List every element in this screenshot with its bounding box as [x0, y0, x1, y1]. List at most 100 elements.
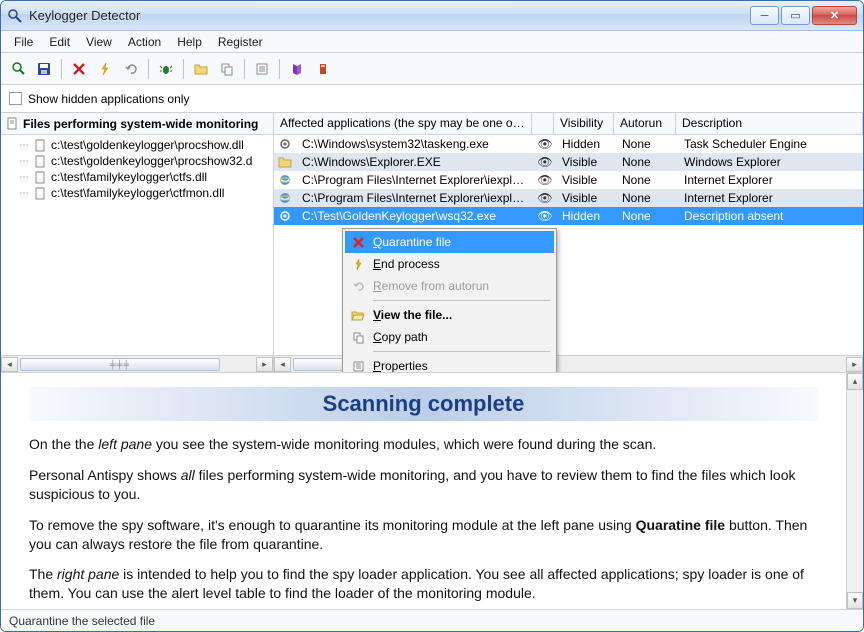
cell-autorun: None — [616, 191, 678, 205]
info-paragraph: The right pane is intended to help you t… — [29, 565, 818, 603]
menu-action[interactable]: Action — [121, 33, 168, 51]
bolt-icon[interactable] — [94, 58, 116, 80]
scroll-down-icon[interactable]: ▾ — [847, 592, 863, 609]
ie-icon — [278, 173, 292, 187]
app-window: Keylogger Detector ─ ▭ ✕ File Edit View … — [0, 0, 864, 632]
cell-path: C:\Program Files\Internet Explorer\iexpl… — [296, 191, 534, 205]
close-button[interactable]: ✕ — [812, 6, 857, 25]
folder-icon[interactable] — [190, 58, 212, 80]
ie-icon — [278, 191, 292, 205]
menu-edit[interactable]: Edit — [42, 33, 77, 51]
info-content: Scanning complete On the the left pane y… — [1, 373, 846, 609]
col-description[interactable]: Description — [676, 113, 863, 134]
table-row[interactable]: C:\Windows\system32\taskeng.exe👁HiddenNo… — [274, 135, 863, 153]
menu-item-label: Quarantine file — [373, 235, 451, 249]
app-icon — [7, 8, 23, 24]
show-hidden-label[interactable]: Show hidden applications only — [28, 92, 189, 106]
scroll-right-icon[interactable]: ▸ — [846, 357, 863, 372]
scan-icon[interactable] — [7, 58, 29, 80]
gear-icon — [278, 209, 292, 223]
info-vertical-scrollbar[interactable]: ▴ ▾ — [846, 373, 863, 609]
tree-body[interactable]: ⋯c:\test\goldenkeylogger\procshow.dll ⋯c… — [1, 135, 273, 355]
tree-item[interactable]: ⋯c:\test\familykeylogger\ctfs.dll — [1, 169, 273, 185]
menu-item-label: View the file... — [373, 308, 452, 322]
cell-path: C:\Windows\Explorer.EXE — [296, 155, 534, 169]
cell-path: C:\Program Files\Internet Explorer\iexpl… — [296, 173, 534, 187]
cell-path: C:\Windows\system32\taskeng.exe — [296, 137, 534, 151]
menu-register[interactable]: Register — [211, 33, 270, 51]
menu-item-label: End process — [373, 257, 440, 271]
show-hidden-checkbox[interactable] — [9, 92, 22, 105]
exit-icon[interactable] — [312, 58, 334, 80]
tree-item[interactable]: ⋯c:\test\goldenkeylogger\procshow.dll — [1, 137, 273, 153]
table-row[interactable]: C:\Program Files\Internet Explorer\iexpl… — [274, 171, 863, 189]
cell-autorun: None — [616, 173, 678, 187]
undo-icon[interactable] — [120, 58, 142, 80]
cell-description: Description absent — [678, 209, 863, 223]
toolbar-sep — [183, 59, 184, 79]
props-icon — [349, 357, 367, 372]
props-icon[interactable] — [251, 58, 273, 80]
table-row[interactable]: C:\Program Files\Internet Explorer\iexpl… — [274, 189, 863, 207]
menu-item-label: Remove from autorun — [373, 279, 489, 293]
cell-visibility: Visible — [556, 191, 616, 205]
table-row[interactable]: C:\Windows\Explorer.EXE👁VisibleNoneWindo… — [274, 153, 863, 171]
title-text: Keylogger Detector — [29, 8, 750, 23]
dll-icon — [33, 186, 47, 200]
table-row[interactable]: C:\Test\GoldenKeylogger\wsq32.exe👁Hidden… — [274, 207, 863, 225]
eye-icon: 👁 — [534, 173, 556, 187]
x-red-icon — [349, 233, 367, 251]
toolbar-sep — [61, 59, 62, 79]
cell-visibility: Visible — [556, 173, 616, 187]
cell-path: C:\Test\GoldenKeylogger\wsq32.exe — [296, 209, 534, 223]
col-visibility[interactable]: Visibility — [554, 113, 614, 134]
quarantine-icon[interactable] — [68, 58, 90, 80]
left-pane: Files performing system-wide monitoring … — [1, 113, 274, 372]
menu-view[interactable]: View — [79, 33, 119, 51]
copy-icon[interactable] — [216, 58, 238, 80]
cell-description: Task Scheduler Engine — [678, 137, 863, 151]
context-menu-item[interactable]: Copy path — [345, 326, 554, 348]
tree-item[interactable]: ⋯c:\test\goldenkeylogger\procshow32.d — [1, 153, 273, 169]
save-icon[interactable] — [33, 58, 55, 80]
cell-visibility: Hidden — [556, 137, 616, 151]
copy-icon — [349, 328, 367, 346]
bug-icon[interactable] — [155, 58, 177, 80]
context-menu-item[interactable]: Quarantine file — [345, 231, 554, 253]
tree-item-label: c:\test\familykeylogger\ctfmon.dll — [51, 186, 224, 200]
scroll-right-icon[interactable]: ▸ — [256, 357, 273, 372]
title-bar[interactable]: Keylogger Detector ─ ▭ ✕ — [1, 1, 863, 31]
scroll-left-icon[interactable]: ◂ — [274, 357, 291, 372]
context-menu-item: Remove from autorun — [345, 275, 554, 297]
status-bar: Quarantine the selected file — [1, 609, 863, 631]
tree-item[interactable]: ⋯c:\test\familykeylogger\ctfmon.dll — [1, 185, 273, 201]
col-application[interactable]: Affected applications (the spy may be on… — [274, 113, 532, 134]
scroll-up-icon[interactable]: ▴ — [847, 373, 863, 390]
menu-item-label: Properties — [373, 359, 428, 372]
cell-autorun: None — [616, 209, 678, 223]
info-heading: Scanning complete — [29, 387, 818, 421]
col-autorun[interactable]: Autorun — [614, 113, 676, 134]
context-menu-item[interactable]: End process — [345, 253, 554, 275]
menu-help[interactable]: Help — [170, 33, 209, 51]
book-icon[interactable] — [286, 58, 308, 80]
context-menu-item[interactable]: Properties — [345, 355, 554, 372]
left-scrollbar[interactable]: ◂ ╪╪╪ ▸ — [1, 355, 273, 372]
toolbar-sep — [279, 59, 280, 79]
maximize-button[interactable]: ▭ — [781, 6, 810, 25]
menu-file[interactable]: File — [7, 33, 40, 51]
folder-icon — [278, 155, 292, 169]
minimize-button[interactable]: ─ — [750, 6, 779, 25]
info-paragraph: To remove the spy software, it's enough … — [29, 516, 818, 554]
cell-autorun: None — [616, 155, 678, 169]
tree-item-label: c:\test\familykeylogger\ctfs.dll — [51, 170, 207, 184]
undo-icon — [349, 277, 367, 295]
dll-icon — [33, 170, 47, 184]
context-menu-item[interactable]: View the file... — [345, 304, 554, 326]
scroll-left-icon[interactable]: ◂ — [1, 357, 18, 372]
left-pane-header[interactable]: Files performing system-wide monitoring — [1, 113, 273, 135]
menu-bar: File Edit View Action Help Register — [1, 31, 863, 53]
cell-visibility: Visible — [556, 155, 616, 169]
col-eye[interactable] — [532, 113, 554, 134]
gear-icon — [278, 137, 292, 151]
